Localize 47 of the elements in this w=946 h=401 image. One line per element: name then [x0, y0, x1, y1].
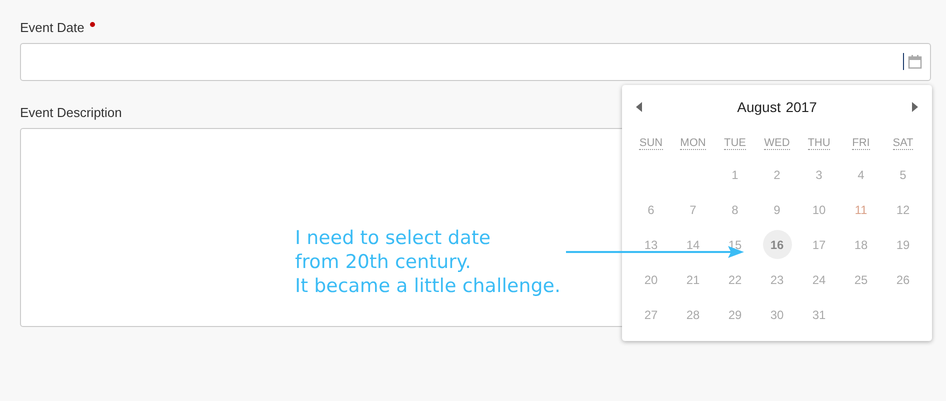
- month-label[interactable]: August: [737, 96, 781, 118]
- day-cell[interactable]: 4: [846, 160, 876, 189]
- day-cell[interactable]: 29: [720, 300, 750, 329]
- day-cell[interactable]: 6: [636, 195, 666, 224]
- day-cell[interactable]: 5: [888, 160, 918, 189]
- day-cell[interactable]: 22: [720, 265, 750, 294]
- day-cell[interactable]: 10: [804, 195, 834, 224]
- year-label[interactable]: 2017: [786, 96, 817, 118]
- day-cell[interactable]: 21: [678, 265, 708, 294]
- day-cell[interactable]: 30: [762, 300, 792, 329]
- day-cell[interactable]: 23: [762, 265, 792, 294]
- weekday-label: WED: [764, 136, 790, 150]
- field-label: Event Date: [20, 19, 84, 37]
- day-cell[interactable]: 1: [720, 160, 750, 189]
- day-cell[interactable]: 12: [888, 195, 918, 224]
- day-cell[interactable]: 18: [846, 230, 876, 259]
- day-cell[interactable]: 19: [888, 230, 918, 259]
- field-label: Event Description: [20, 104, 122, 122]
- weekday-label: SAT: [892, 136, 914, 150]
- calendar-icon[interactable]: [908, 54, 922, 69]
- day-cell[interactable]: 2: [762, 160, 792, 189]
- day-cell[interactable]: 9: [762, 195, 792, 224]
- day-cell[interactable]: 16: [762, 230, 792, 259]
- day-cell[interactable]: 8: [720, 195, 750, 224]
- annotation-text: I need to select date from 20th century. It became a little challenge.: [295, 226, 561, 298]
- day-cell[interactable]: 31: [804, 300, 834, 329]
- day-cell[interactable]: 28: [678, 300, 708, 329]
- next-month-icon[interactable]: [912, 102, 918, 112]
- day-cell[interactable]: 3: [804, 160, 834, 189]
- text-cursor: [903, 53, 904, 70]
- day-cell[interactable]: 11: [846, 195, 876, 224]
- day-cell[interactable]: 13: [636, 230, 666, 259]
- day-cell[interactable]: 20: [636, 265, 666, 294]
- day-cell[interactable]: 17: [804, 230, 834, 259]
- weekday-label: FRI: [852, 136, 870, 150]
- weekday-label: SUN: [639, 136, 663, 150]
- date-field[interactable]: [20, 42, 931, 80]
- day-cell[interactable]: 27: [636, 300, 666, 329]
- weekday-label: TUE: [724, 136, 746, 150]
- day-cell[interactable]: 25: [846, 265, 876, 294]
- day-cell[interactable]: 26: [888, 265, 918, 294]
- weekday-label: THU: [808, 136, 830, 150]
- day-cell[interactable]: 24: [804, 265, 834, 294]
- previous-month-icon[interactable]: [636, 102, 642, 112]
- weekday-label: MON: [680, 136, 706, 150]
- day-cell[interactable]: 7: [678, 195, 708, 224]
- day-cell[interactable]: 14: [678, 230, 708, 259]
